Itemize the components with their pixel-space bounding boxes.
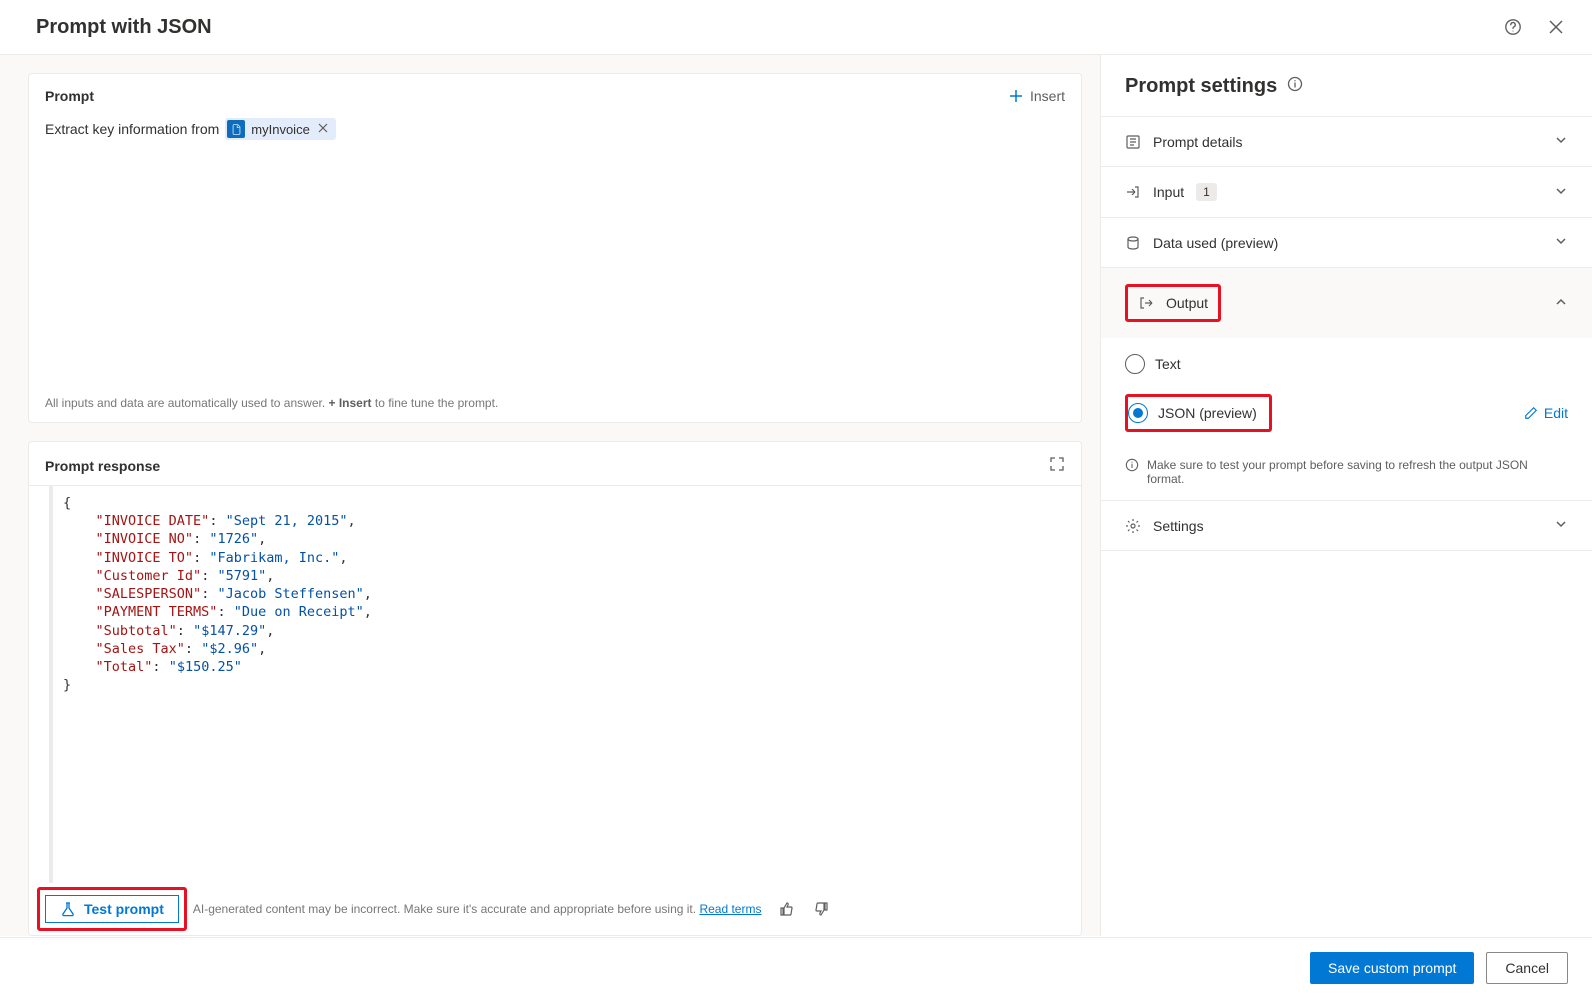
expand-icon[interactable] [1049,456,1065,475]
insert-label: Insert [1030,88,1065,104]
insert-button[interactable]: Insert [1008,88,1065,104]
thumbs-up-icon[interactable] [775,897,799,921]
read-terms-link[interactable]: Read terms [699,902,761,916]
page-header: Prompt with JSON [0,0,1592,55]
edit-icon [1524,406,1538,420]
settings-sidebar: Prompt settings Prompt details Input 1 [1100,55,1592,936]
prompt-details-section[interactable]: Prompt details [1101,117,1592,166]
chevron-down-icon [1554,234,1568,251]
response-json: { "INVOICE DATE": "Sept 21, 2015", "INVO… [49,486,1065,883]
response-panel: Prompt response { "INVOICE DATE": "Sept … [28,441,1082,936]
chevron-down-icon [1554,133,1568,150]
save-button[interactable]: Save custom prompt [1310,952,1474,984]
prompt-text-prefix: Extract key information from [45,121,219,137]
cancel-button[interactable]: Cancel [1486,952,1568,984]
prompt-editor[interactable]: Extract key information from myInvoice [29,114,1081,384]
test-prompt-button[interactable]: Test prompt [45,895,179,923]
input-count-badge: 1 [1196,183,1217,201]
edit-json-button[interactable]: Edit [1524,405,1568,421]
thumbs-down-icon[interactable] [809,897,833,921]
info-icon [1125,458,1139,472]
gear-icon [1125,518,1141,534]
help-icon[interactable] [1500,14,1526,40]
chip-label: myInvoice [251,122,310,137]
input-section[interactable]: Input 1 [1101,167,1592,217]
ai-disclaimer: AI-generated content may be incorrect. M… [193,902,762,916]
prompt-panel-title: Prompt [45,88,94,104]
data-used-section[interactable]: Data used (preview) [1101,218,1592,267]
info-icon[interactable] [1287,75,1303,98]
output-json-radio[interactable]: JSON (preview) [1128,403,1257,423]
details-icon [1125,134,1141,150]
output-icon [1138,295,1154,311]
radio-unselected-icon [1125,354,1145,374]
chip-remove-icon[interactable] [316,123,330,136]
settings-section[interactable]: Settings [1101,501,1592,550]
chevron-up-icon [1554,295,1568,312]
input-chip[interactable]: myInvoice [225,118,336,140]
prompt-panel: Prompt Insert Extract key information fr… [28,73,1082,423]
radio-selected-icon [1128,403,1148,423]
output-info: Make sure to test your prompt before sav… [1101,454,1592,500]
footer-bar: Save custom prompt Cancel [0,937,1592,997]
response-title: Prompt response [45,458,160,474]
output-section[interactable]: Output [1101,268,1592,338]
input-icon [1125,184,1141,200]
settings-title: Prompt settings [1125,75,1277,98]
test-prompt-label: Test prompt [84,901,164,917]
prompt-footer-hint: All inputs and data are automatically us… [29,384,1081,422]
database-icon [1125,235,1141,251]
chevron-down-icon [1554,517,1568,534]
close-icon[interactable] [1544,15,1568,39]
output-text-radio[interactable]: Text [1125,344,1568,384]
chevron-down-icon [1554,184,1568,201]
document-icon [227,120,245,138]
page-title: Prompt with JSON [36,16,212,39]
